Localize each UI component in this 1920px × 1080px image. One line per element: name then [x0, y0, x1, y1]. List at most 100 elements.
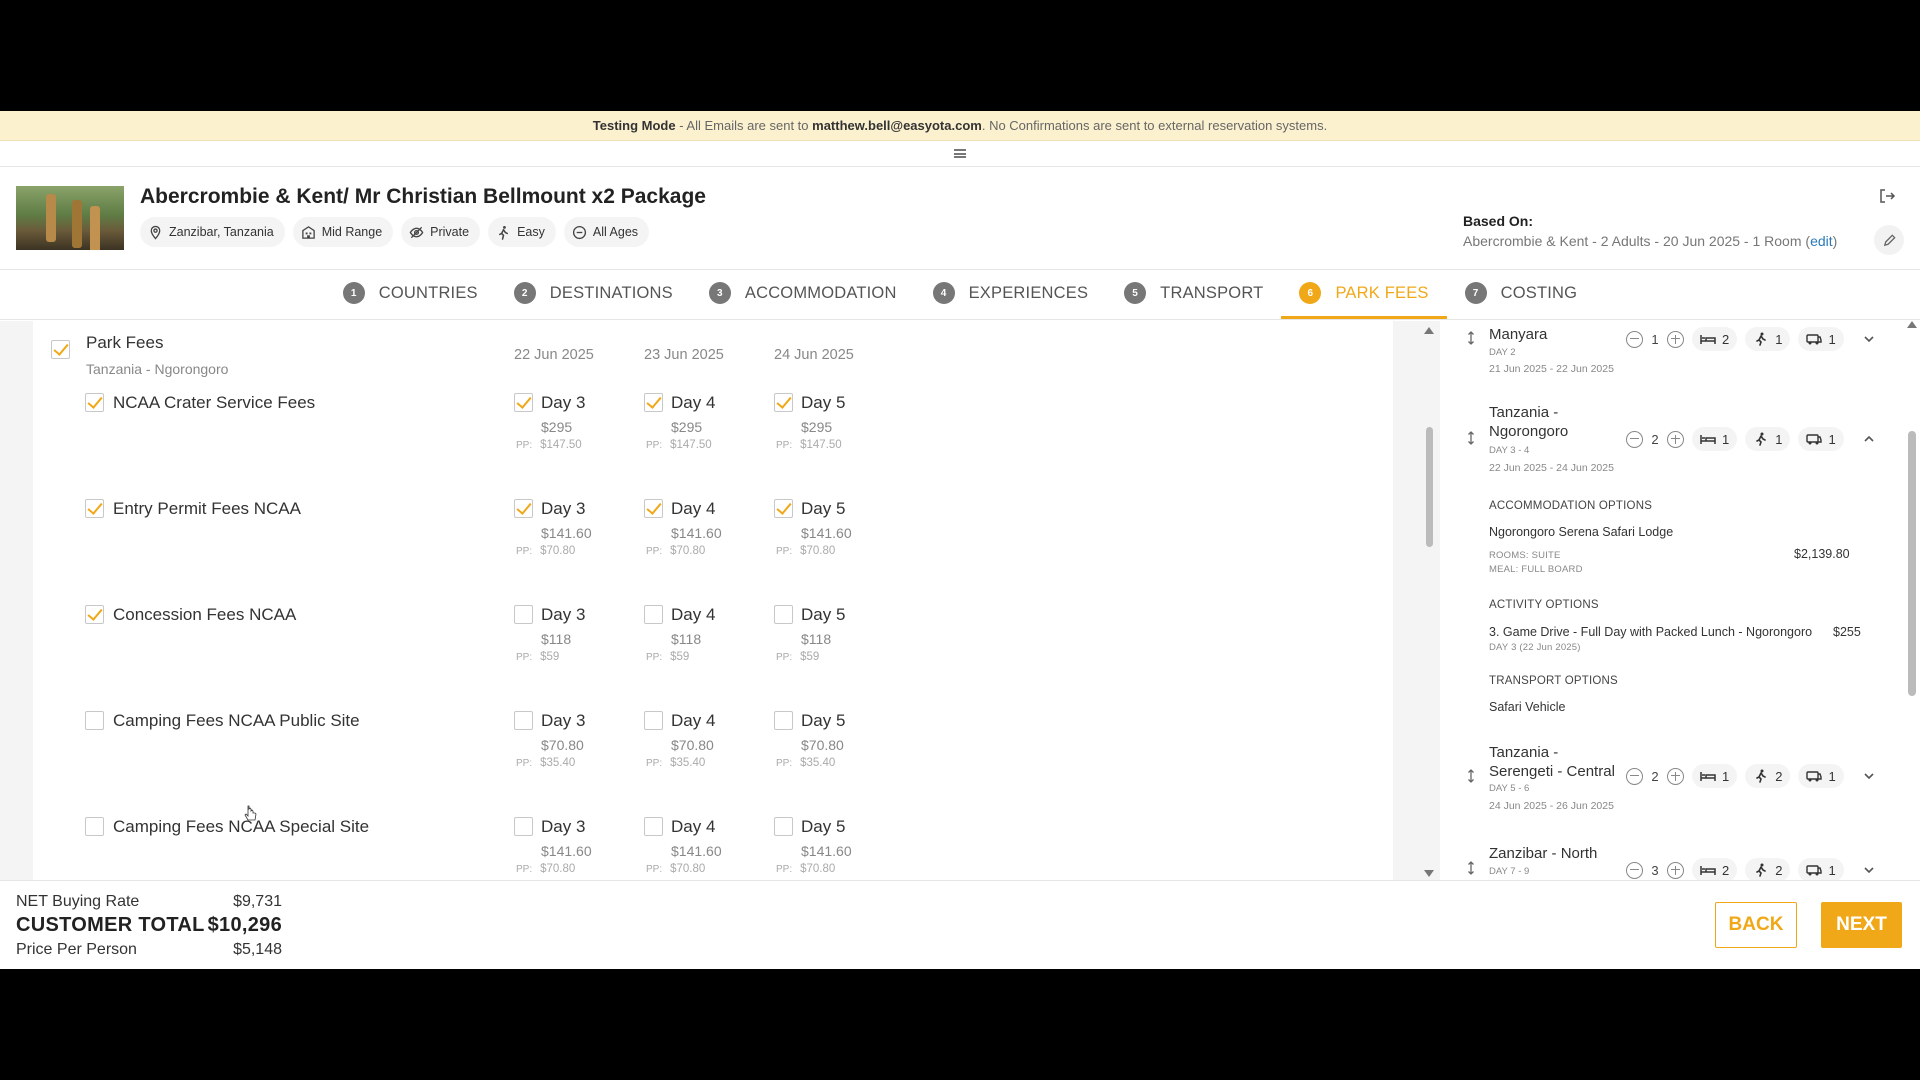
day-checkbox[interactable]: [774, 711, 793, 730]
people-pill[interactable]: 1: [1745, 427, 1791, 451]
increase-nights-button[interactable]: [1667, 861, 1684, 879]
day-checkbox[interactable]: [644, 817, 663, 836]
day-checkbox[interactable]: [774, 499, 793, 518]
transport-name[interactable]: Safari Vehicle: [1489, 700, 1565, 714]
drag-handle-icon[interactable]: [1467, 331, 1475, 345]
vehicles-pill[interactable]: 1: [1798, 858, 1844, 880]
day-checkbox[interactable]: [514, 711, 533, 730]
day-checkbox[interactable]: [774, 393, 793, 412]
chevron-down-icon[interactable]: [1864, 865, 1874, 875]
chevron-down-icon[interactable]: [1864, 771, 1874, 781]
day-cell: Day 3 $141.60 PP: $70.80: [514, 497, 624, 567]
day-checkbox[interactable]: [644, 711, 663, 730]
step-transport[interactable]: 5 TRANSPORT: [1106, 270, 1281, 319]
step-countries[interactable]: 1 COUNTRIES: [325, 270, 496, 319]
day-checkbox[interactable]: [514, 393, 533, 412]
edit-package-button[interactable]: [1874, 225, 1904, 255]
day-pp: PP: $147.50: [516, 439, 582, 451]
day-label: Day 5: [801, 711, 846, 730]
pp-label: PP:: [776, 652, 793, 663]
day-price: $141.60: [671, 525, 722, 541]
people-pill[interactable]: 2: [1745, 764, 1791, 788]
fee-checkbox[interactable]: [85, 499, 104, 518]
vehicles-count: 1: [1828, 862, 1836, 878]
chevron-down-icon[interactable]: [1864, 334, 1874, 344]
chevron-up-icon[interactable]: [1864, 434, 1874, 444]
fee-checkbox[interactable]: [85, 817, 104, 836]
destination-name: Manyara: [1489, 326, 1548, 343]
scroll-up-icon[interactable]: [1907, 321, 1917, 328]
decrease-nights-button[interactable]: [1626, 430, 1643, 448]
next-button[interactable]: NEXT: [1821, 902, 1902, 948]
step-number: 7: [1464, 282, 1487, 304]
app-window: Testing Mode - All Emails are sent to ma…: [0, 111, 1920, 969]
day-cell: Day 5 $70.80 PP: $35.40: [774, 709, 884, 779]
fees-scrollbar[interactable]: [1422, 327, 1436, 877]
back-button[interactable]: BACK: [1715, 902, 1797, 948]
increase-nights-button[interactable]: [1667, 430, 1684, 448]
scroll-up-icon[interactable]: [1424, 327, 1434, 334]
day-pp: PP: $70.80: [516, 863, 575, 875]
fee-checkbox[interactable]: [85, 393, 104, 412]
scrollbar-thumb[interactable]: [1908, 431, 1916, 696]
vehicles-pill[interactable]: 1: [1798, 764, 1844, 788]
beds-pill[interactable]: 1: [1692, 764, 1738, 788]
vehicles-pill[interactable]: 1: [1798, 327, 1844, 351]
mouse-pointer-icon: [244, 805, 257, 821]
step-label: ACCOMMODATION: [744, 283, 897, 302]
vehicles-pill[interactable]: 1: [1798, 427, 1844, 451]
people-count: 1: [1775, 431, 1783, 447]
decrease-nights-button[interactable]: [1626, 330, 1643, 348]
park-fees-group-checkbox[interactable]: [51, 340, 70, 359]
step-costing[interactable]: 7 COSTING: [1447, 270, 1596, 319]
itinerary-scrollbar[interactable]: [1904, 321, 1920, 880]
scrollbar-thumb[interactable]: [1426, 427, 1433, 547]
hiker-icon: [1756, 332, 1767, 346]
drag-handle-icon[interactable]: [1467, 431, 1475, 445]
step-experiences[interactable]: 4 EXPERIENCES: [915, 270, 1107, 319]
step-accommodation[interactable]: 3 ACCOMMODATION: [691, 270, 915, 319]
hamburger-menu-icon[interactable]: [954, 149, 966, 158]
fee-checkbox[interactable]: [85, 711, 104, 730]
increase-nights-button[interactable]: [1667, 767, 1684, 785]
beds-pill[interactable]: 1: [1692, 427, 1738, 451]
fee-name: Concession Fees NCAA: [113, 605, 297, 624]
day-checkbox[interactable]: [644, 605, 663, 624]
day-checkbox[interactable]: [514, 605, 533, 624]
vehicles-count: 1: [1828, 431, 1836, 447]
increase-nights-button[interactable]: [1667, 330, 1684, 348]
people-pill[interactable]: 2: [1745, 858, 1791, 880]
pp-value: $70.80: [670, 545, 706, 557]
day-checkbox[interactable]: [514, 499, 533, 518]
day-checkbox[interactable]: [774, 605, 793, 624]
day-checkbox[interactable]: [514, 817, 533, 836]
banner-email: matthew.bell@easyota.com: [812, 118, 982, 133]
people-pill[interactable]: 1: [1745, 327, 1791, 351]
lodge-name[interactable]: Ngorongoro Serena Safari Lodge: [1489, 525, 1673, 539]
decrease-nights-button[interactable]: [1626, 861, 1643, 879]
exit-icon[interactable]: [1878, 187, 1896, 205]
day-label: Day 4: [671, 605, 716, 624]
day-checkbox[interactable]: [644, 499, 663, 518]
pp-value: $59: [540, 651, 560, 663]
activity-name[interactable]: 3. Game Drive - Full Day with Packed Lun…: [1489, 625, 1812, 639]
day-label: Day 4: [671, 499, 716, 518]
drag-handle-icon[interactable]: [1467, 861, 1475, 875]
day-label: Day 3: [541, 393, 586, 412]
level-chip: Easy: [488, 217, 556, 247]
beds-pill[interactable]: 2: [1692, 327, 1738, 351]
step-destinations[interactable]: 2 DESTINATIONS: [496, 270, 691, 319]
decrease-nights-button[interactable]: [1626, 767, 1643, 785]
banner-text-1: - All Emails are sent to: [675, 118, 813, 133]
beds-pill[interactable]: 2: [1692, 858, 1738, 880]
fee-checkbox[interactable]: [85, 605, 104, 624]
scroll-down-icon[interactable]: [1424, 870, 1434, 877]
drag-handle-icon[interactable]: [1467, 769, 1475, 783]
day-checkbox[interactable]: [774, 817, 793, 836]
pp-label: PP:: [646, 652, 663, 663]
beds-count: 2: [1722, 862, 1730, 878]
day-cell: Day 5 $295 PP: $147.50: [774, 391, 884, 461]
edit-link[interactable]: edit: [1810, 233, 1833, 249]
step-park-fees[interactable]: 6 PARK FEES: [1281, 270, 1447, 319]
day-checkbox[interactable]: [644, 393, 663, 412]
